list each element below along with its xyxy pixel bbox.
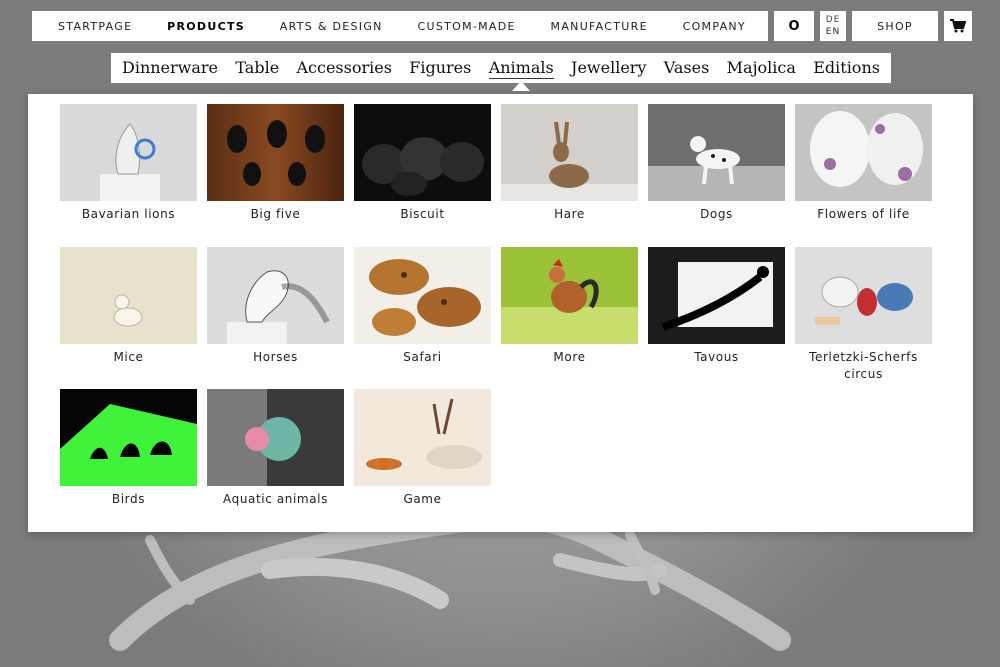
subnav-item-majolica[interactable]: Majolica (727, 58, 796, 78)
subnav-item-accessories[interactable]: Accessories (296, 58, 391, 78)
main-menu: STARTPAGE PRODUCTS ARTS & DESIGN CUSTOM-… (32, 11, 768, 41)
category-label: Terletzki-Scherfs circus (809, 349, 918, 381)
category-tile[interactable]: Biscuit (354, 104, 491, 247)
shop-button[interactable]: SHOP (852, 11, 938, 41)
subnav-item-dinnerware[interactable]: Dinnerware (122, 58, 218, 78)
category-thumbnail (60, 246, 197, 344)
category-label: Aquatic animals (223, 492, 328, 506)
category-label: More (553, 349, 586, 364)
category-label: Big five (250, 207, 301, 221)
category-label: Dogs (700, 207, 733, 221)
category-label: Flowers of life (817, 207, 910, 221)
category-label: Tavous (694, 349, 739, 364)
category-thumbnail (354, 389, 491, 486)
category-tile[interactable]: Bavarian lions (60, 104, 197, 247)
subnav-item-vases[interactable]: Vases (664, 58, 710, 78)
category-grid: Bavarian lions Big five Biscuit Hare Dog (60, 104, 932, 532)
animals-dropdown-panel: Bavarian lions Big five Biscuit Hare Dog (28, 94, 973, 532)
subnav-item-jewellery[interactable]: Jewellery (571, 58, 646, 78)
category-thumbnail (795, 246, 932, 344)
subnav-item-editions[interactable]: Editions (813, 58, 880, 78)
category-label: Horses (253, 349, 298, 364)
subnav-item-animals[interactable]: Animals (488, 58, 554, 79)
category-label: Hare (554, 207, 585, 221)
category-thumbnail (795, 104, 932, 201)
category-tile[interactable]: Birds (60, 389, 197, 532)
nav-item-manufacture[interactable]: MANUFACTURE (551, 20, 648, 33)
category-label: Birds (111, 492, 146, 506)
products-subnav: Dinnerware Table Accessories Figures Ani… (111, 53, 891, 83)
category-tile[interactable]: Dogs (648, 104, 785, 247)
category-tile[interactable]: Horses (207, 246, 344, 390)
nav-item-products[interactable]: PRODUCTS (167, 20, 245, 33)
category-tile[interactable]: Big five (207, 104, 344, 247)
category-tile[interactable]: Mice (60, 246, 197, 390)
category-thumbnail (648, 246, 785, 344)
category-thumbnail (60, 389, 197, 486)
nav-item-company[interactable]: COMPANY (683, 20, 746, 33)
nav-item-startpage[interactable]: STARTPAGE (58, 20, 132, 33)
shopping-cart-icon (950, 19, 966, 33)
category-tile[interactable]: Flowers of life (795, 104, 932, 247)
category-label: Safari (403, 349, 442, 364)
lang-de-link[interactable]: DE (826, 14, 841, 26)
category-thumbnail (501, 246, 638, 344)
category-label: Bavarian lions (81, 207, 176, 221)
nav-item-custom-made[interactable]: CUSTOM-MADE (417, 20, 515, 33)
category-tile[interactable]: Safari (354, 246, 491, 390)
category-tile[interactable]: Aquatic animals (207, 389, 344, 532)
language-switcher: DE EN (820, 11, 846, 41)
category-label: Mice (113, 349, 144, 364)
category-tile[interactable]: Tavous (648, 246, 785, 390)
nav-item-arts-design[interactable]: ARTS & DESIGN (280, 20, 383, 33)
category-tile[interactable]: Terletzki-Scherfs circus (795, 246, 932, 390)
category-thumbnail (354, 104, 491, 201)
category-thumbnail (207, 104, 344, 201)
category-thumbnail (501, 104, 638, 201)
cart-button[interactable] (944, 11, 972, 41)
category-label: Game (403, 492, 442, 506)
category-thumbnail (648, 104, 785, 201)
subnav-item-table[interactable]: Table (235, 58, 279, 78)
category-thumbnail (207, 246, 344, 344)
category-tile[interactable]: More (501, 246, 638, 390)
category-tile[interactable]: Game (354, 389, 491, 532)
category-label: Biscuit (400, 207, 445, 221)
category-thumbnail (354, 246, 491, 344)
category-thumbnail (60, 104, 197, 201)
lang-en-link[interactable]: EN (826, 26, 840, 38)
subnav-item-figures[interactable]: Figures (409, 58, 471, 78)
category-tile[interactable]: Hare (501, 104, 638, 247)
top-navigation: STARTPAGE PRODUCTS ARTS & DESIGN CUSTOM-… (32, 11, 972, 41)
category-thumbnail (207, 389, 344, 486)
o-logo-button[interactable]: O (774, 11, 814, 41)
